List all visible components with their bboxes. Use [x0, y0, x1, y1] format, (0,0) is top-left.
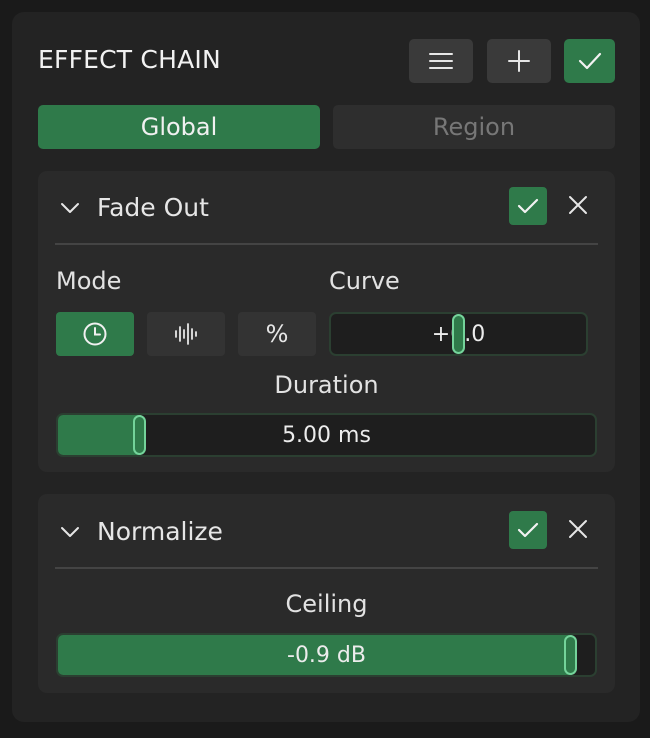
divider	[55, 243, 598, 245]
mode-label: Mode	[56, 267, 122, 295]
curve-slider-handle[interactable]	[452, 314, 465, 354]
mode-sample-button[interactable]	[147, 312, 225, 356]
divider	[55, 567, 598, 569]
ceiling-slider[interactable]: -0.9 dB	[56, 633, 597, 677]
checkmark-icon	[517, 198, 539, 214]
waveform-icon	[175, 323, 197, 345]
normalize-card: Normalize Ceiling -0.9 dB	[38, 494, 615, 693]
ceiling-label: Ceiling	[285, 590, 368, 618]
checkmark-icon	[517, 522, 539, 538]
checkmark-icon	[578, 52, 601, 70]
enable-chain-button[interactable]	[564, 39, 615, 83]
panel-title: EFFECT CHAIN	[38, 45, 221, 74]
mode-time-button[interactable]	[56, 312, 134, 356]
hamburger-menu-icon	[429, 53, 453, 69]
ceiling-slider-handle[interactable]	[564, 635, 577, 675]
normalize-enable-checkbox[interactable]	[509, 511, 547, 549]
fade-out-enable-checkbox[interactable]	[509, 187, 547, 225]
mode-percent-button[interactable]: %	[238, 312, 316, 356]
duration-label: Duration	[274, 371, 379, 399]
duration-slider-handle[interactable]	[133, 415, 146, 455]
tab-global[interactable]: Global	[38, 105, 320, 149]
ceiling-value: -0.9 dB	[287, 642, 366, 668]
effect-chain-panel: EFFECT CHAIN Global Region Fade Out Mode…	[12, 12, 640, 722]
percent-label: %	[265, 320, 289, 348]
chevron-down-icon[interactable]	[60, 525, 80, 539]
duration-slider[interactable]: 5.00 ms	[56, 413, 597, 457]
clock-icon	[83, 322, 107, 346]
fade-out-title: Fade Out	[97, 193, 209, 222]
curve-label: Curve	[329, 267, 400, 295]
curve-slider[interactable]: +0.0	[329, 312, 588, 356]
chevron-down-icon[interactable]	[60, 201, 80, 215]
close-icon[interactable]	[568, 195, 588, 215]
fade-out-card: Fade Out Mode Curve % +0.0	[38, 171, 615, 472]
normalize-title: Normalize	[97, 517, 223, 546]
close-icon[interactable]	[568, 519, 588, 539]
tab-region[interactable]: Region	[333, 105, 615, 149]
plus-icon	[508, 50, 530, 72]
menu-button[interactable]	[409, 39, 473, 83]
add-effect-button[interactable]	[487, 39, 551, 83]
